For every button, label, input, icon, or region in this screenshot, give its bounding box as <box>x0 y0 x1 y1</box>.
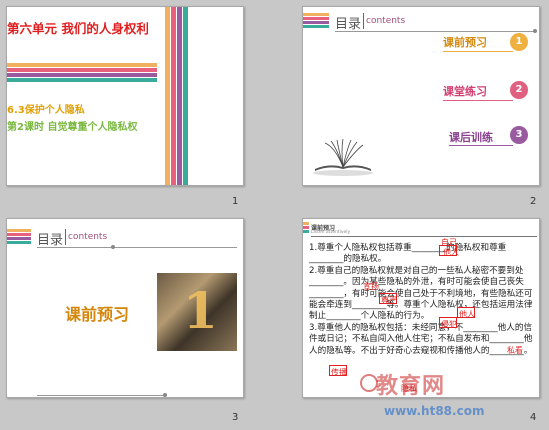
decor-stripe <box>7 229 31 232</box>
footer-rule-dot <box>163 393 167 397</box>
decor-stripe <box>7 73 157 77</box>
slide-number: 2 <box>530 196 537 207</box>
answer-box <box>379 293 397 304</box>
exercise-text: 1.尊重个人隐私权包括尊重________的隐私权和尊重________的隐私权… <box>309 243 537 357</box>
watermark-text: 教育网 <box>376 374 446 399</box>
contents-title: 目录 <box>37 233 64 248</box>
header-rule-dot <box>111 245 115 249</box>
decor-stripe <box>303 222 309 225</box>
decor-stripe <box>7 241 31 244</box>
decor-stripe <box>7 233 31 236</box>
header-separator <box>65 229 66 245</box>
header-rule-dot <box>533 29 537 33</box>
exercise-paragraph: 2.尊重自己的隐私权就是对自己的一些私人秘密不要到处________。因为某些隐… <box>309 265 533 322</box>
slide-number: 4 <box>530 412 537 423</box>
decor-stripe <box>183 7 188 185</box>
watermark-url: www.ht88.com <box>384 404 485 418</box>
menu-item-underline <box>443 100 513 101</box>
footer-rule <box>37 395 167 396</box>
answer-box <box>457 307 475 318</box>
decor-stripe <box>303 17 329 20</box>
contents-subtitle: contents <box>366 16 406 26</box>
decor-stripe <box>303 25 329 28</box>
header-rule <box>335 31 535 32</box>
decor-stripe <box>7 63 157 67</box>
slide-title: 第六单元 我们的人身权利 <box>7 21 149 36</box>
period-title: 第2课时 自觉尊重个人隐私权 <box>7 122 138 133</box>
decor-stripe <box>165 7 170 185</box>
answer-annotation: 宣扬 <box>363 282 379 291</box>
menu-item-label: 课前预习 <box>443 36 487 49</box>
slide-thumbnail-3[interactable]: 目录 contents 课前预习 1 <box>6 218 244 398</box>
decor-stripe <box>303 13 329 16</box>
section-title: 课前预习 <box>65 305 130 324</box>
decor-stripe <box>303 230 309 233</box>
contents-subtitle: contents <box>68 232 108 242</box>
answer-box <box>329 365 347 376</box>
decor-stripe <box>171 7 176 185</box>
contents-title: 目录 <box>335 17 362 32</box>
menu-item-underline <box>443 51 513 52</box>
exercise-paragraph: 3.尊重他人的隐私权包括：未经同意，不________他人的信件或日记；不私自闯… <box>309 322 533 356</box>
slide-thumbnail-1[interactable]: 第六单元 我们的人身权利 6.3保护个人隐私 第2课时 自觉尊重个人隐私权 <box>6 6 244 186</box>
answer-annotation: 私看 <box>507 346 523 355</box>
menu-item-underline <box>449 145 513 146</box>
lesson-title: 6.3保护个人隐私 <box>7 105 85 116</box>
menu-item-badge: 3 <box>510 126 528 144</box>
answer-box <box>439 317 457 328</box>
decor-stripe <box>7 78 157 82</box>
section-tag-subtitle: Listen attentively <box>311 230 351 235</box>
decor-stripe <box>303 21 329 24</box>
decor-stripe <box>303 226 309 229</box>
menu-item-label: 课后训练 <box>449 131 493 144</box>
decor-stripe <box>7 68 157 72</box>
slide-thumbnail-2[interactable]: 目录 contents 课前预习 1 课堂练习 2 课后训练 3 <box>302 6 540 186</box>
menu-item-label: 课堂练习 <box>443 85 487 98</box>
book-icon <box>313 138 373 176</box>
menu-item-badge: 1 <box>510 33 528 51</box>
header-separator <box>363 13 364 29</box>
answer-box <box>439 245 457 256</box>
photo-numeral: 1 <box>183 281 218 340</box>
decor-stripe <box>177 7 182 185</box>
header-rule <box>311 236 537 237</box>
slide-number: 3 <box>232 412 239 423</box>
decor-stripe <box>7 237 31 240</box>
menu-item-badge: 2 <box>510 81 528 99</box>
exercise-paragraph: 1.尊重个人隐私权包括尊重________的隐私权和尊重________的隐私权… <box>309 243 507 265</box>
slide-number: 1 <box>232 196 239 207</box>
header-rule <box>37 247 237 248</box>
